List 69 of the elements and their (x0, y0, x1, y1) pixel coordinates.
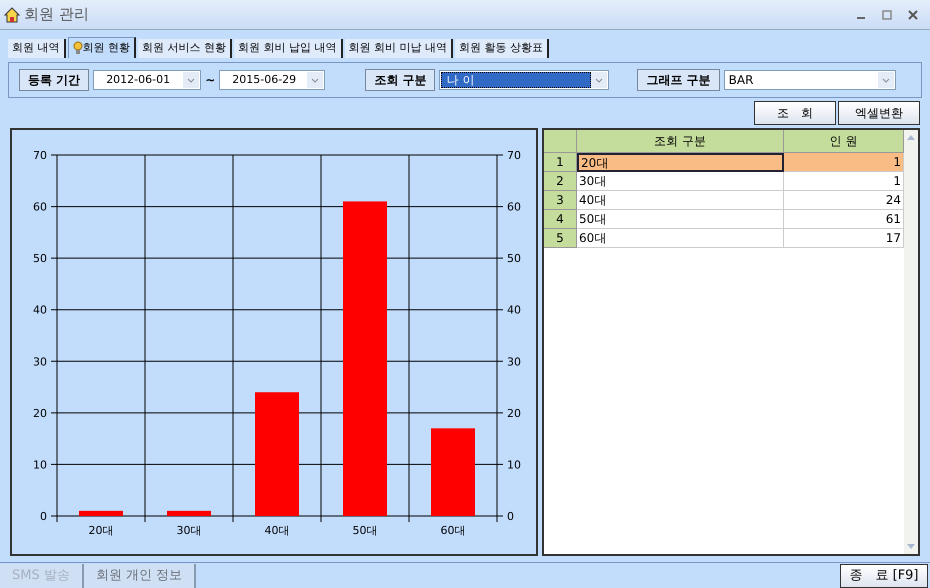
graph-dropdown[interactable]: BAR (724, 70, 896, 90)
row-number: 1 (544, 153, 577, 172)
dropdown-icon[interactable] (591, 72, 608, 88)
axis-label: 20 (33, 406, 47, 420)
axis-label: 50 (507, 252, 521, 266)
axis-label: 50대 (352, 524, 378, 537)
action-button[interactable]: 엑셀변환 (838, 101, 920, 125)
tab[interactable]: 회원 회비 미납 내역 (344, 39, 453, 58)
axis-label: 20 (507, 406, 521, 420)
table-cell: 17 (784, 229, 904, 248)
axis-label: 70 (507, 149, 521, 162)
row-number: 2 (544, 172, 577, 191)
scroll-down-icon[interactable] (907, 544, 915, 550)
tab[interactable]: 회원 현황 (68, 37, 136, 58)
table-cell: 60대 (577, 229, 784, 248)
close-icon[interactable] (908, 10, 918, 20)
table-cell: 61 (784, 210, 904, 229)
row-number: 3 (544, 191, 577, 210)
table-cell: 50대 (577, 210, 784, 229)
tab[interactable]: 회원 내역 (8, 39, 66, 58)
date-field[interactable]: 2015-06-29 (219, 70, 326, 90)
query-dropdown[interactable]: 나 이 (439, 70, 610, 90)
axis-label: 30 (33, 355, 47, 368)
table-cell: 1 (784, 172, 904, 191)
footer-button[interactable]: 회원 개인 정보 (84, 564, 196, 588)
axis-label: 10 (33, 458, 47, 472)
tab[interactable]: 회원 회비 납입 내역 (234, 39, 342, 58)
table-cell: 30대 (577, 172, 784, 191)
axis-label: 30 (507, 355, 521, 368)
axis-label: 10 (507, 458, 521, 472)
tab[interactable]: 회원 활동 상황표 (455, 39, 549, 58)
tab[interactable]: 회원 서비스 현황 (138, 39, 232, 58)
action-button[interactable]: 조 회 (754, 101, 836, 125)
axis-label: 60대 (440, 524, 466, 537)
house-icon (4, 6, 20, 22)
column-header[interactable]: 조회 구분 (577, 130, 784, 153)
field-label: 그래프 구분 (637, 69, 720, 91)
dropdown-icon[interactable] (183, 72, 200, 88)
grid-corner[interactable] (544, 130, 577, 153)
axis-label: 20대 (88, 524, 114, 537)
axis-label: 70 (33, 149, 47, 162)
dropdown-icon[interactable] (878, 72, 894, 88)
axis-label: 0 (507, 510, 514, 523)
row-number: 5 (544, 229, 577, 248)
date-field[interactable]: 2012-06-01 (93, 70, 202, 90)
axis-label: 40대 (264, 524, 290, 537)
axis-label: 60 (33, 200, 47, 214)
axis-label: 40 (507, 304, 521, 317)
table-cell: 40대 (577, 191, 784, 210)
field-label: 등록 기간 (19, 69, 90, 91)
axis-label: 30대 (176, 524, 202, 537)
dropdown-icon[interactable] (307, 72, 324, 88)
table-cell: 20대 (577, 153, 784, 172)
maximize-icon[interactable] (882, 10, 892, 20)
scrollbar[interactable] (904, 130, 918, 554)
close-button[interactable]: 종 료 [F9] (840, 564, 928, 588)
table-cell: 1 (784, 153, 904, 172)
table-cell: 24 (784, 191, 904, 210)
range-separator: ~ (205, 72, 216, 89)
axis-label: 50 (33, 252, 47, 266)
lightbulb-icon (72, 41, 82, 55)
column-header[interactable]: 인 원 (784, 130, 904, 153)
axis-label: 60 (507, 200, 521, 214)
row-number: 4 (544, 210, 577, 229)
field-label: 조회 구분 (365, 69, 436, 91)
axis-label: 0 (40, 510, 47, 523)
scroll-up-icon[interactable] (907, 134, 915, 140)
axis-label: 40 (33, 304, 47, 317)
window-title: 회원 관리 (24, 4, 89, 26)
